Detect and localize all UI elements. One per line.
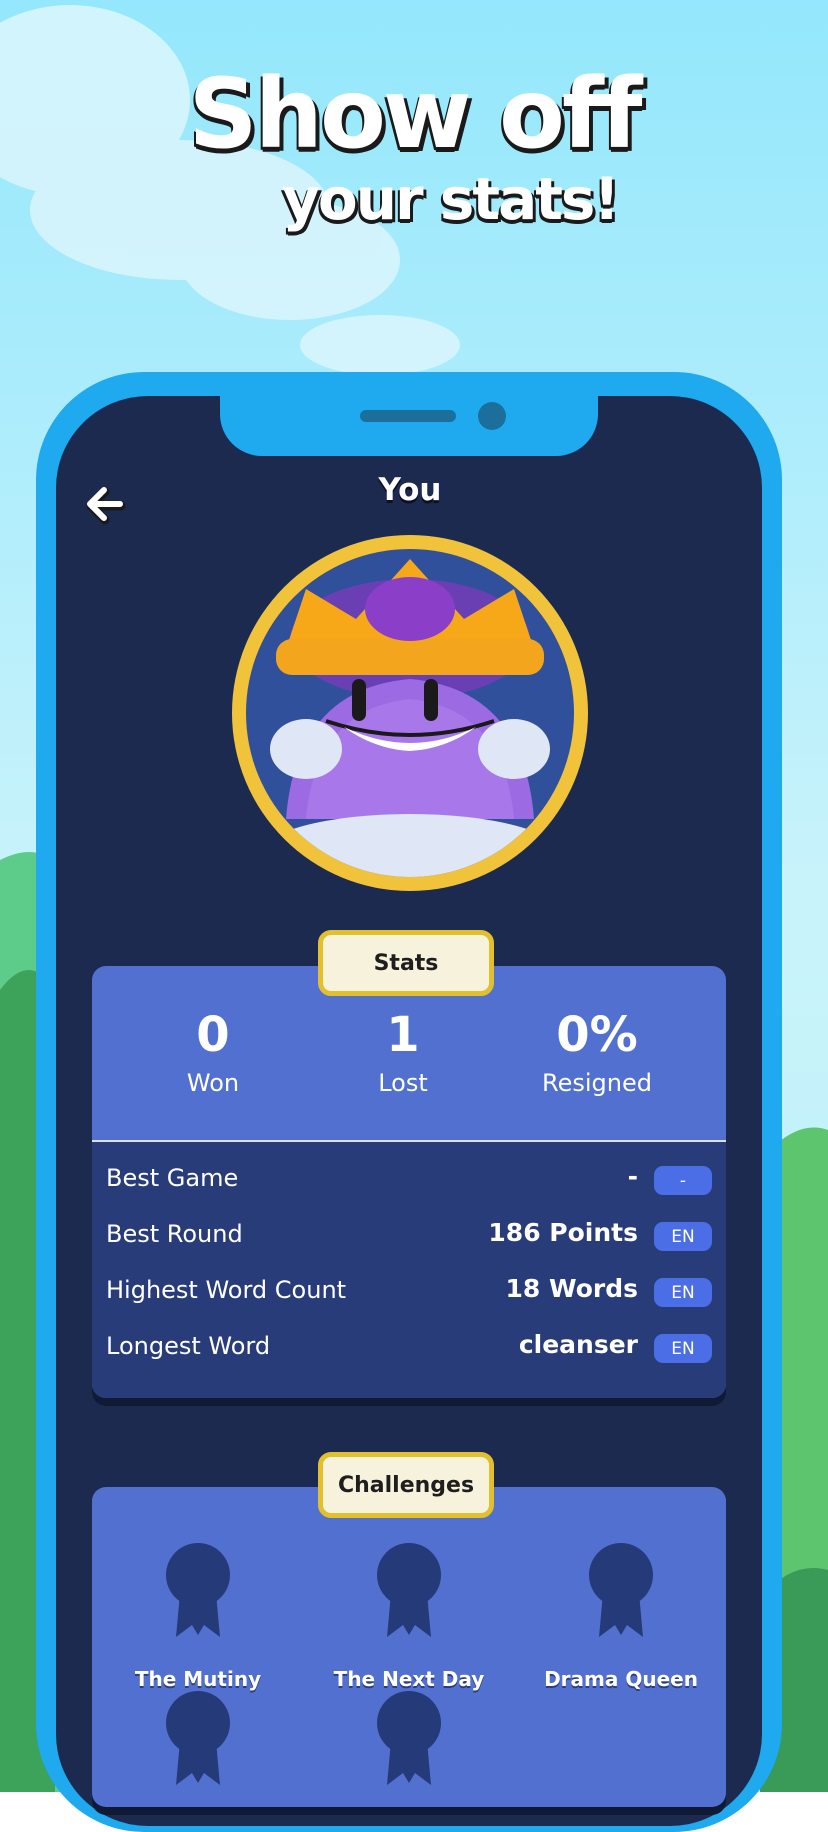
language-badge: - xyxy=(654,1166,712,1195)
ribbon-badge-icon xyxy=(377,1543,441,1637)
avatar-image xyxy=(246,549,574,877)
stats-records: Best Game - - Best Round 186 Points EN H… xyxy=(92,1142,726,1398)
page-title: You xyxy=(378,472,442,508)
headline-line1: Show off xyxy=(188,58,642,170)
stat-resigned: 0% Resigned xyxy=(502,1006,692,1098)
phone-notch xyxy=(220,396,598,456)
language-badge: EN xyxy=(654,1278,712,1307)
stat-value: 0 xyxy=(196,1007,230,1063)
phone-speaker xyxy=(360,410,456,422)
headline-line2: your stats! xyxy=(282,165,620,233)
record-row-best-round: Best Round 186 Points EN xyxy=(106,1216,712,1256)
record-label: Best Round xyxy=(106,1220,243,1248)
stat-value: 0% xyxy=(556,1007,638,1063)
stat-won: 0 Won xyxy=(118,1006,308,1098)
language-badge: EN xyxy=(654,1222,712,1251)
record-label: Best Game xyxy=(106,1164,239,1192)
record-value: - xyxy=(627,1162,638,1191)
avatar xyxy=(232,535,588,891)
phone-camera xyxy=(478,402,506,430)
record-value: 18 Words xyxy=(505,1274,638,1303)
ribbon-badge-icon xyxy=(589,1543,653,1637)
record-label: Longest Word xyxy=(106,1332,271,1360)
challenges-card: The Mutiny The Next Day Drama Queen xyxy=(92,1487,726,1807)
challenges-header: Challenges xyxy=(318,1452,494,1518)
record-row-best-game: Best Game - - xyxy=(106,1160,712,1200)
challenge-label: Drama Queen xyxy=(544,1667,698,1691)
ribbon-badge-icon xyxy=(166,1691,230,1785)
record-row-longest-word: Longest Word cleanser EN xyxy=(106,1328,712,1368)
stat-value: 1 xyxy=(386,1007,420,1063)
challenge-label: The Mutiny xyxy=(134,1667,262,1691)
ribbon-badge-icon xyxy=(166,1543,230,1637)
arrow-left-icon xyxy=(86,487,126,525)
challenge-label: The Next Day xyxy=(333,1667,485,1691)
stats-card: 0 Won 1 Lost 0% Resigned Best Game - - B… xyxy=(92,966,726,1398)
record-value: cleanser xyxy=(518,1330,638,1359)
stat-label: Won xyxy=(186,1069,240,1097)
record-label: Highest Word Count xyxy=(106,1276,347,1304)
record-row-highest-word-count: Highest Word Count 18 Words EN xyxy=(106,1272,712,1312)
language-badge: EN xyxy=(654,1334,712,1363)
stats-header: Stats xyxy=(318,930,494,996)
stat-label: Resigned xyxy=(542,1069,652,1097)
ribbon-badge-icon xyxy=(377,1691,441,1785)
record-value: 186 Points xyxy=(488,1218,638,1247)
stat-label: Lost xyxy=(378,1069,428,1097)
back-button[interactable] xyxy=(84,482,128,526)
stat-lost: 1 Lost xyxy=(308,1006,498,1098)
